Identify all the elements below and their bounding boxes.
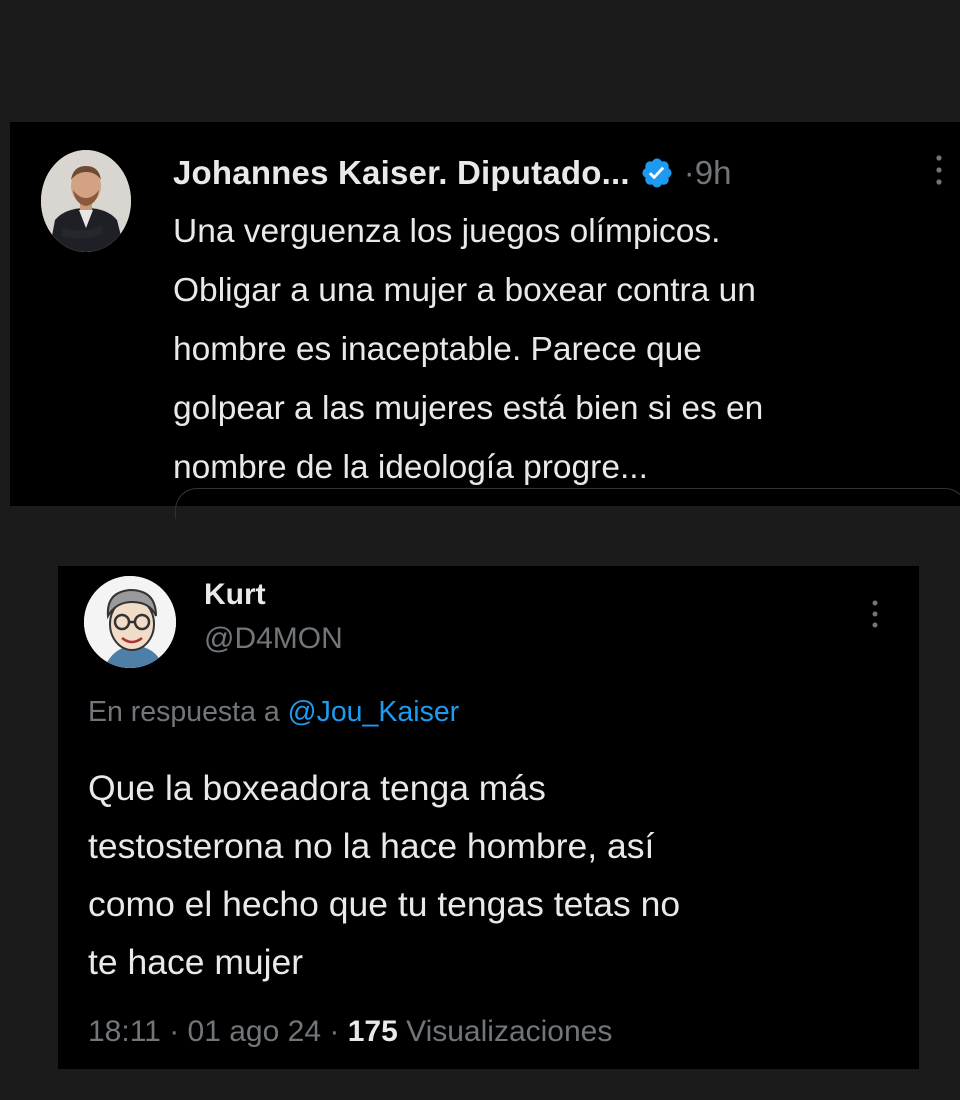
more-options-icon[interactable] — [868, 598, 882, 630]
author-handle[interactable]: @D4MON — [204, 622, 343, 656]
tweet-body: Que la boxeadora tenga más testosterona … — [88, 759, 898, 991]
views-label: Visualizaciones — [406, 1015, 613, 1048]
cartoon-face-icon — [84, 576, 176, 668]
link-card-edge[interactable] — [175, 488, 960, 519]
tweet-line: testosterona no la hace hombre, así — [88, 826, 655, 866]
meta-separator: · — [169, 1015, 180, 1048]
author-avatar[interactable] — [41, 150, 131, 252]
verified-badge-icon — [640, 156, 674, 190]
more-options-icon[interactable] — [932, 153, 946, 187]
tweet-line: te hace mujer — [88, 942, 304, 982]
tweet-line: Que la boxeadora tenga más — [88, 768, 546, 808]
views-count: 175 — [347, 1015, 398, 1048]
tweet-line: como el hecho que tu tengas tetas no — [88, 884, 681, 924]
tweet-reply: Kurt @D4MON En respuesta a @Jou_Kaiser Q… — [58, 566, 919, 1069]
reply-prefix: En respuesta a — [88, 696, 288, 728]
reply-context: En respuesta a @Jou_Kaiser — [88, 696, 459, 729]
tweet-line: Obligar a una mujer a boxear contra un — [173, 272, 756, 309]
tweet-line: golpear a las mujeres está bien si es en — [173, 390, 764, 427]
meta-separator: · — [329, 1015, 340, 1048]
tweet-line: Una verguenza los juegos olímpicos. — [173, 213, 721, 250]
reply-mention-link[interactable]: @Jou_Kaiser — [288, 696, 460, 728]
author-name[interactable]: Kurt — [204, 578, 266, 612]
person-portrait-icon — [41, 150, 131, 252]
tweet-line: hombre es inaceptable. Parece que — [173, 331, 702, 368]
tweet-body: Una verguenza los juegos olímpicos. Obli… — [173, 202, 943, 497]
tweet-original: Johannes Kaiser. Diputado... ·9h Una ver… — [10, 122, 960, 519]
tweet-date[interactable]: 01 ago 24 — [188, 1015, 321, 1048]
tweet-time[interactable]: 18:11 — [88, 1015, 161, 1048]
author-avatar[interactable] — [84, 576, 176, 668]
author-name[interactable]: Johannes Kaiser. Diputado... — [173, 154, 630, 192]
timestamp[interactable]: ·9h — [684, 154, 732, 192]
tweet-meta: 18:11 · 01 ago 24 · 175 Visualizaciones — [88, 1015, 612, 1049]
tweet-header: Johannes Kaiser. Diputado... ·9h — [173, 150, 731, 196]
